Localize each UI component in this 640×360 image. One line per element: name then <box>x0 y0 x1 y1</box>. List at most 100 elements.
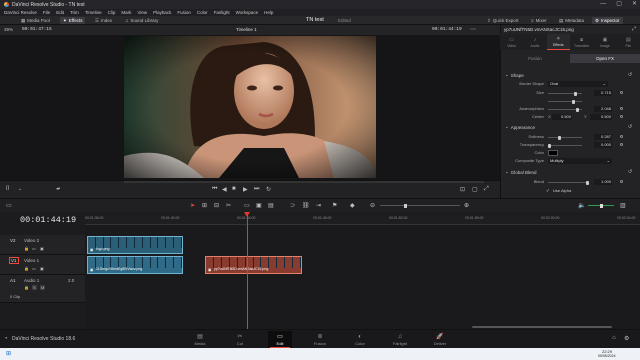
size-slider[interactable] <box>548 91 582 96</box>
marker-icon[interactable]: ◆ <box>350 202 355 209</box>
match-frame-icon[interactable]: ⊡ <box>460 186 465 193</box>
zoom-in-icon[interactable]: ⊕ <box>464 202 469 209</box>
page-edit[interactable]: ▭ Edit <box>268 331 292 348</box>
blade-tool-icon[interactable]: ✂ <box>226 202 231 209</box>
tab-transition[interactable]: ⧈ Transition <box>570 34 593 50</box>
skip-to-start-icon[interactable]: ⏮ <box>212 186 217 193</box>
menu-clip[interactable]: Clip <box>108 10 116 15</box>
page-deliver[interactable]: 🚀 Deliver <box>428 331 452 348</box>
zoom-knob[interactable] <box>404 203 407 208</box>
tab-audio[interactable]: ♪ Audio <box>523 34 546 50</box>
softness-value[interactable]: 0.287 <box>594 134 612 140</box>
subtab-fusion[interactable]: Fusion <box>500 54 570 63</box>
solo-button[interactable]: S <box>32 285 37 290</box>
page-fusion[interactable]: ⊛ Fusion <box>308 331 332 348</box>
softness-slider[interactable] <box>548 135 582 140</box>
fullscreen-icon[interactable]: ⤢ <box>484 186 489 193</box>
enable-video-icon[interactable]: ▣ <box>40 266 44 271</box>
anamorphism-keyframe-icon[interactable] <box>620 107 623 110</box>
transparency-keyframe-icon[interactable] <box>620 143 623 146</box>
layout-icon[interactable]: ▭ <box>6 202 12 209</box>
menu-davinci[interactable]: DaVinci Resolve <box>4 10 37 15</box>
viewer-mode-icon[interactable]: ⌷ <box>6 186 10 193</box>
blend-keyframe-icon[interactable] <box>620 180 623 183</box>
reset-blend-icon[interactable]: ↺ <box>628 169 632 175</box>
lock-icon[interactable]: 🔒 <box>24 285 29 290</box>
transparency-knob[interactable] <box>548 143 551 148</box>
menu-timeline[interactable]: Timeline <box>85 10 102 15</box>
auto-select-icon[interactable]: ▭ <box>32 246 36 251</box>
zoom-slider[interactable] <box>380 203 460 208</box>
track-id[interactable]: V1 <box>9 257 19 264</box>
section-appearance[interactable]: ⌄ Appearance <box>505 124 535 130</box>
section-shape[interactable]: ⌄ Shape <box>505 72 524 78</box>
stop-icon[interactable]: ■ <box>232 186 236 192</box>
volume-slider[interactable] <box>588 203 614 208</box>
center-keyframe-icon[interactable] <box>620 115 623 118</box>
timeline-clip-v1-b[interactable]: ▣ yp7uUNfTN5D.vmANSacJC15.png <box>205 256 302 274</box>
center-x-value[interactable]: 0.500 <box>552 114 572 120</box>
size-keyframe-icon[interactable] <box>620 91 623 94</box>
snapping-icon[interactable]: ⊃ <box>290 202 295 209</box>
media-pool-button[interactable]: ▦ Media Pool <box>18 17 53 24</box>
tab-video[interactable]: ▭ Video <box>500 34 523 50</box>
insert-clip-icon[interactable]: ▭ <box>244 202 250 209</box>
size-value[interactable]: 0.715 <box>594 90 612 96</box>
reset-shape-icon[interactable]: ↺ <box>628 72 632 78</box>
overwrite-clip-icon[interactable]: ▣ <box>256 202 262 209</box>
softness-knob[interactable] <box>558 135 561 140</box>
timeline-ruler[interactable]: 00:01:36:00 00:01:40:00 00:01:44:00 00:0… <box>85 215 640 225</box>
page-fairlight[interactable]: ♫ Fairlight <box>388 331 412 348</box>
volume-icon[interactable]: 🔈 <box>578 202 585 209</box>
quick-export-button[interactable]: ⇪ Quick Export <box>484 17 522 24</box>
menu-mark[interactable]: Mark <box>121 10 131 15</box>
timeline-scrollbar[interactable] <box>472 326 612 328</box>
tab-file[interactable]: ▤ File <box>617 34 640 50</box>
lock-icon[interactable]: 🔒 <box>24 266 29 271</box>
blend-slider[interactable] <box>548 180 589 185</box>
menu-trim[interactable]: Trim <box>70 10 79 15</box>
flag-icon[interactable]: ⚑ <box>332 202 337 209</box>
skip-to-end-icon[interactable]: ⏭ <box>254 186 259 193</box>
tab-image[interactable]: ▣ Image <box>593 34 616 50</box>
audio-monitor-icon[interactable]: ▢ <box>472 186 478 193</box>
menu-workspace[interactable]: Workspace <box>236 10 258 15</box>
mixer-button[interactable]: ≡ Mixer <box>528 17 550 24</box>
minimize-button[interactable]: — <box>600 0 606 9</box>
meters-icon[interactable]: ▥ <box>620 202 626 209</box>
border-shape-select[interactable]: Oval ⌄ <box>548 81 608 87</box>
volume-knob[interactable] <box>600 203 603 208</box>
replace-clip-icon[interactable]: ▤ <box>268 202 274 209</box>
section-global-blend[interactable]: ⌄ Global Blend <box>505 169 537 175</box>
tab-effects[interactable]: ✧ Effects <box>546 34 570 50</box>
transform-mode-icon[interactable]: ◂• <box>56 186 60 192</box>
menu-file[interactable]: File <box>43 10 50 15</box>
close-window-button[interactable]: ✕ <box>632 0 637 9</box>
menu-view[interactable]: View <box>137 10 147 15</box>
page-cut[interactable]: ✂ Cut <box>228 331 252 348</box>
composite-select[interactable]: Multiply ⌄ <box>548 158 612 164</box>
subtab-openfx[interactable]: Open FX <box>570 54 640 63</box>
use-alpha-checkbox[interactable]: ✓ <box>546 188 550 194</box>
expand-icon[interactable]: ⤢ <box>632 26 636 32</box>
softness-keyframe-icon[interactable] <box>620 135 623 138</box>
more-options-icon[interactable]: ⋯ <box>470 26 476 33</box>
maximize-button[interactable]: ▢ <box>616 0 622 9</box>
dynamic-trim-icon[interactable]: ⊟ <box>214 202 219 209</box>
transparency-slider[interactable] <box>548 143 582 148</box>
menu-color[interactable]: Color <box>197 10 208 15</box>
lock-icon[interactable]: 🔒 <box>24 246 29 251</box>
anamorphism-slider[interactable] <box>548 99 582 104</box>
playhead-line[interactable] <box>246 215 248 329</box>
menu-fairlight[interactable]: Fairlight <box>214 10 230 15</box>
page-color[interactable]: ◐ Color <box>348 331 372 348</box>
size-slider-knob[interactable] <box>574 91 577 96</box>
home-icon[interactable]: ⌂ <box>612 335 616 341</box>
position-lock-icon[interactable]: ⇥ <box>316 202 321 209</box>
timeline-name[interactable]: Timeline 1 <box>236 27 257 32</box>
timeline-clip-logo[interactable]: ▣ logo.png <box>87 236 183 254</box>
index-button[interactable]: ☰ Index <box>92 17 115 24</box>
play-reverse-icon[interactable]: ◀ <box>222 186 227 193</box>
anamorphism-knob[interactable] <box>576 107 579 112</box>
anamorphism-slider-knob[interactable] <box>572 99 575 104</box>
